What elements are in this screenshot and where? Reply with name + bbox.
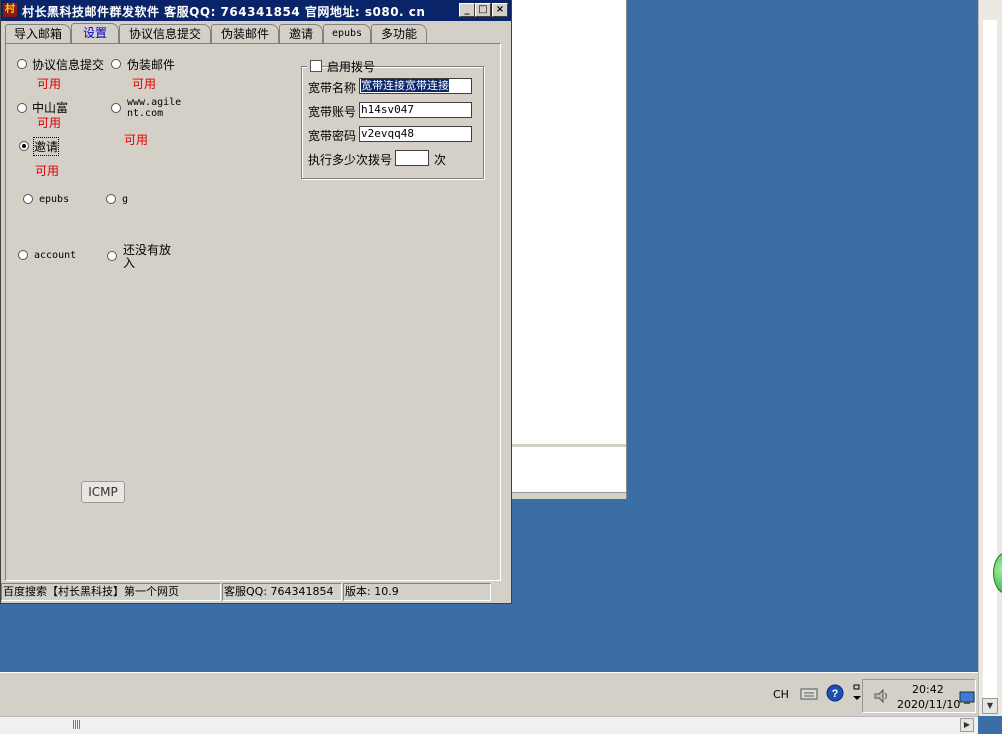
radio-g[interactable] xyxy=(106,194,116,204)
enable-dialup-checkbox[interactable] xyxy=(310,60,322,72)
tab-import-mailbox[interactable]: 导入邮箱 xyxy=(5,24,71,43)
radio-invite[interactable] xyxy=(19,141,29,151)
scroll-down-icon[interactable]: ▼ xyxy=(982,698,998,714)
module-status: 可用 xyxy=(35,164,60,178)
scroll-right-icon[interactable]: ▶ xyxy=(960,718,974,732)
tab-invite[interactable]: 邀请 xyxy=(279,24,323,43)
bottom-strip xyxy=(0,734,1002,740)
app-logo-icon: 村 xyxy=(3,3,17,17)
tab-epubs[interactable]: epubs xyxy=(323,24,371,43)
title-bar[interactable]: 村 村长黑科技邮件群发软件 客服QQ: 764341854 官网地址: s080… xyxy=(1,0,511,21)
horizontal-scrollbar[interactable]: |||| ▶ xyxy=(0,716,978,734)
module-label: www.agilent.com xyxy=(127,97,182,119)
volume-icon[interactable] xyxy=(873,688,891,704)
system-tray: 20:42 2020/11/10 xyxy=(862,679,976,713)
maximize-button[interactable]: □ xyxy=(475,3,491,17)
icmp-button[interactable]: ICMP xyxy=(81,481,125,503)
tab-more-features[interactable]: 多功能 xyxy=(371,24,427,43)
radio-epubs[interactable] xyxy=(23,194,33,204)
broadband-account-label: 宽带账号 xyxy=(308,105,357,119)
help-icon[interactable]: ? xyxy=(826,684,844,702)
module-status: 可用 xyxy=(37,116,62,130)
dial-times-input[interactable] xyxy=(395,150,429,166)
module-label: account xyxy=(34,250,77,261)
radio-zhongshanfu[interactable] xyxy=(17,103,27,113)
radio-disguised-mail[interactable] xyxy=(111,59,121,69)
radio-agilent[interactable] xyxy=(111,103,121,113)
show-desktop-icon[interactable] xyxy=(959,691,975,705)
tab-disguised-mail[interactable]: 伪装邮件 xyxy=(211,24,279,43)
dial-times-unit: 次 xyxy=(434,153,447,167)
taskbar: CH ? 20:42 2020/11/10 xyxy=(0,672,978,716)
scrollbar-grip-icon[interactable]: |||| xyxy=(72,720,81,730)
module-label: g xyxy=(122,194,129,205)
radio-not-added[interactable] xyxy=(107,251,117,261)
dialup-header: 启用拨号 xyxy=(307,58,375,74)
module-label: 协议信息提交 xyxy=(32,58,105,72)
enable-dialup-label: 启用拨号 xyxy=(327,60,376,74)
restore-icon[interactable] xyxy=(852,683,862,703)
dial-times-label: 执行多少次拨号 xyxy=(308,153,393,167)
module-status: 可用 xyxy=(124,133,149,147)
main-window: 村 村长黑科技邮件群发软件 客服QQ: 764341854 官网地址: s080… xyxy=(0,0,512,604)
module-label: epubs xyxy=(39,194,70,205)
module-label: 伪装邮件 xyxy=(127,58,176,72)
vertical-scrollbar[interactable]: ▼ xyxy=(978,0,1002,716)
scrollbar-track[interactable] xyxy=(983,20,997,700)
radio-account[interactable] xyxy=(18,250,28,260)
status-version: 版本: 10.9 xyxy=(343,583,491,601)
close-button[interactable]: × xyxy=(492,3,508,17)
clock-time[interactable]: 20:42 xyxy=(912,683,944,696)
minimize-button[interactable]: _ xyxy=(459,3,475,17)
background-window-divider xyxy=(506,444,626,447)
clock-date[interactable]: 2020/11/10 xyxy=(897,698,960,711)
broadband-account-input[interactable]: h14sv047 xyxy=(359,102,472,118)
module-label: 还没有放入 xyxy=(123,243,172,270)
svg-text:?: ? xyxy=(832,688,839,700)
module-status: 可用 xyxy=(37,77,62,91)
language-indicator[interactable]: CH xyxy=(773,688,789,701)
module-status: 可用 xyxy=(132,77,157,91)
tab-settings[interactable]: 设置 xyxy=(71,23,119,44)
status-search-hint: 百度搜索【村长黑科技】第一个网页 xyxy=(1,583,221,601)
background-window xyxy=(505,0,627,499)
window-title: 村长黑科技邮件群发软件 客服QQ: 764341854 官网地址: s080. … xyxy=(22,5,426,19)
status-qq: 客服QQ: 764341854 xyxy=(222,583,342,601)
background-window-footer xyxy=(506,492,626,499)
broadband-name-input[interactable]: 宽带连接宽带连接 xyxy=(359,78,472,94)
module-label: 邀请 xyxy=(32,137,60,156)
broadband-name-label: 宽带名称 xyxy=(308,81,357,95)
broadband-password-input[interactable]: v2evqq48 xyxy=(359,126,472,142)
keyboard-icon[interactable] xyxy=(800,685,818,701)
tab-protocol-submit[interactable]: 协议信息提交 xyxy=(119,24,211,43)
radio-protocol-submit[interactable] xyxy=(17,59,27,69)
broadband-password-label: 宽带密码 xyxy=(308,129,357,143)
